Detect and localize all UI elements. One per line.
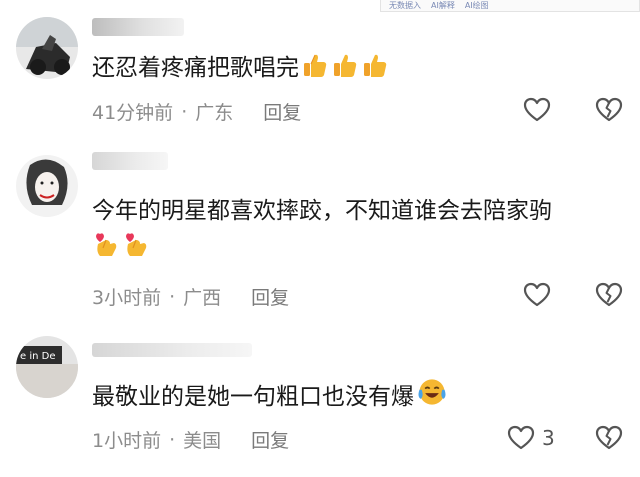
comment-text: 最敬业的是她一句粗口也没有爆 <box>92 376 632 415</box>
reply-button[interactable]: 回复 <box>251 283 289 310</box>
toolbar-item[interactable]: AI绘图 <box>465 0 489 11</box>
thumbs-up-icon <box>301 51 329 79</box>
comment-location: 广西 <box>183 287 222 309</box>
dislike-button[interactable] <box>594 423 624 453</box>
username-blurred[interactable] <box>92 343 252 357</box>
dislike-button[interactable] <box>594 95 624 125</box>
comment-text: 今年的明星都喜欢摔跤，不知道谁会去陪家驹 <box>92 193 632 265</box>
meta-separator: · <box>169 285 176 308</box>
heart-outline-icon <box>522 95 552 125</box>
comment-text: 还忍着疼痛把歌唱完 <box>92 50 632 86</box>
finger-heart-icon <box>92 230 120 258</box>
comment-meta: 41分钟前 · 广东 回复 <box>92 98 301 125</box>
like-button[interactable] <box>522 95 552 125</box>
like-count: 3 <box>542 426 555 450</box>
toolbar-item[interactable]: 无数据入 <box>389 0 421 11</box>
comment-text-body: 还忍着疼痛把歌唱完 <box>92 55 299 81</box>
username-blurred[interactable] <box>92 18 184 36</box>
comment-text-body: 最敬业的是她一句粗口也没有爆 <box>92 384 414 410</box>
meta-separator: · <box>181 100 188 123</box>
broken-heart-icon <box>594 95 624 125</box>
broken-heart-icon <box>594 280 624 310</box>
comment-location: 广东 <box>195 102 234 124</box>
comment-time: 3小时前 <box>92 287 162 309</box>
username-blurred[interactable] <box>92 152 168 170</box>
toolbar-item[interactable]: AI解释 <box>431 0 455 11</box>
heart-outline-icon <box>522 280 552 310</box>
comment-time: 1小时前 <box>92 430 162 452</box>
reply-button[interactable]: 回复 <box>251 426 289 453</box>
finger-heart-icon <box>122 230 150 258</box>
avatar[interactable]: e in De <box>16 336 78 398</box>
browser-toolbar-strip: 无数据入 AI解释 AI绘图 <box>380 0 640 12</box>
dislike-button[interactable] <box>594 280 624 310</box>
avatar[interactable] <box>16 17 78 79</box>
comment-meta: 1小时前 · 美国 回复 <box>92 426 289 453</box>
like-button[interactable] <box>522 280 552 310</box>
like-button[interactable]: 3 <box>506 423 555 453</box>
reply-button[interactable]: 回复 <box>263 98 301 125</box>
thumbs-up-icon <box>361 51 389 79</box>
comment-location: 美国 <box>183 430 222 452</box>
heart-outline-icon <box>506 423 536 453</box>
tears-of-joy-icon <box>416 376 448 408</box>
comment-time: 41分钟前 <box>92 102 174 124</box>
comment-meta: 3小时前 · 广西 回复 <box>92 283 289 310</box>
comment-text-body: 今年的明星都喜欢摔跤，不知道谁会去陪家驹 <box>92 198 552 224</box>
broken-heart-icon <box>594 423 624 453</box>
svg-text:e in De: e in De <box>20 351 55 362</box>
thumbs-up-icon <box>331 51 359 79</box>
avatar[interactable] <box>16 155 78 217</box>
meta-separator: · <box>169 428 176 451</box>
